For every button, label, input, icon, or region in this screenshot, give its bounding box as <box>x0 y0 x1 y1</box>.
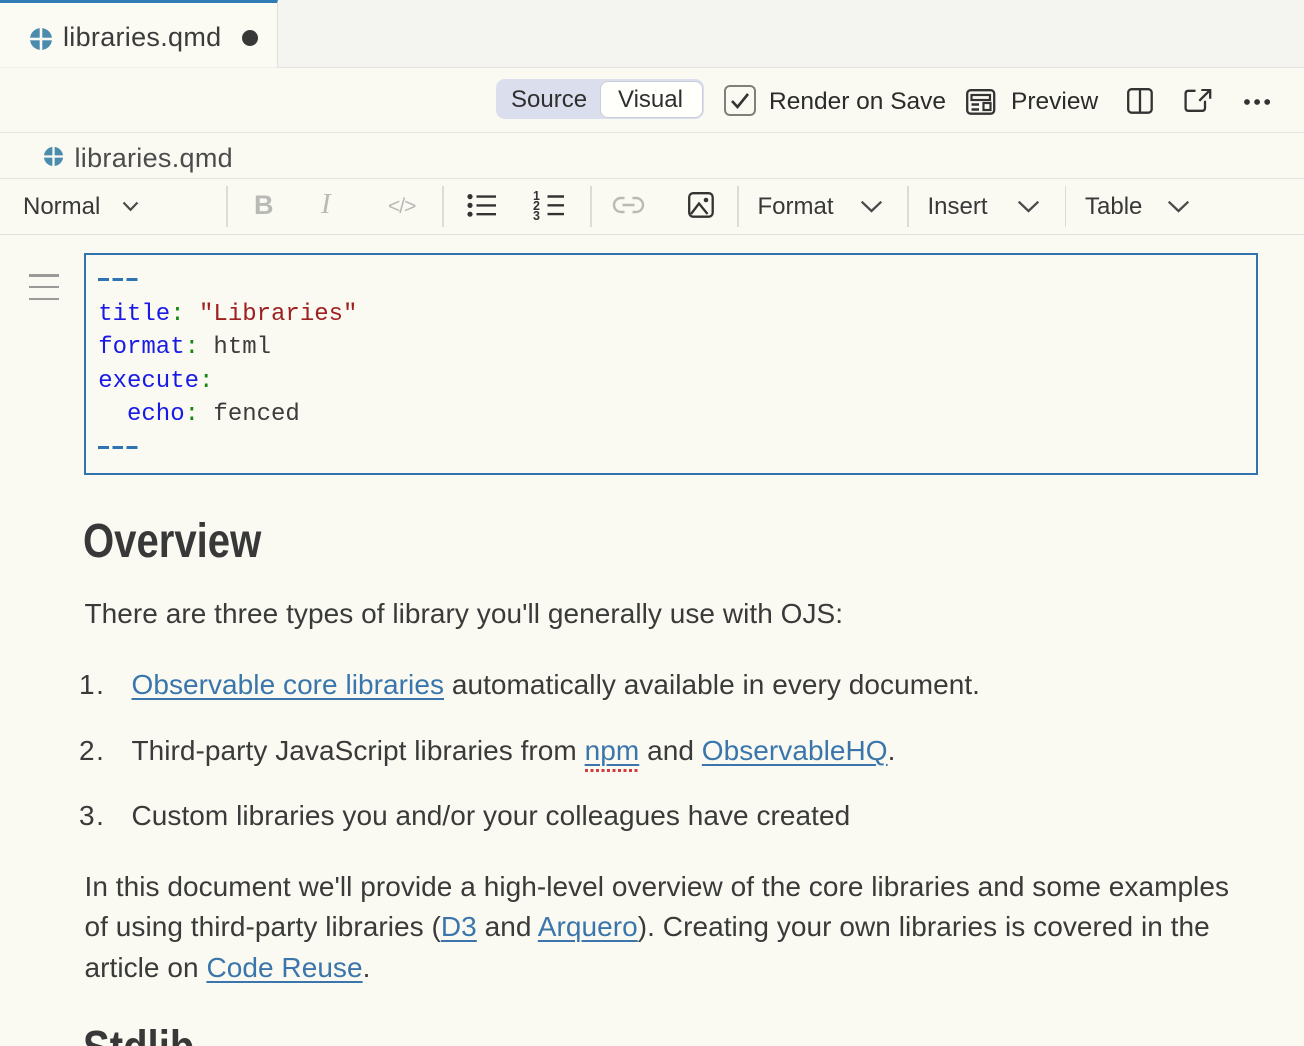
svg-text:3: 3 <box>533 209 540 223</box>
